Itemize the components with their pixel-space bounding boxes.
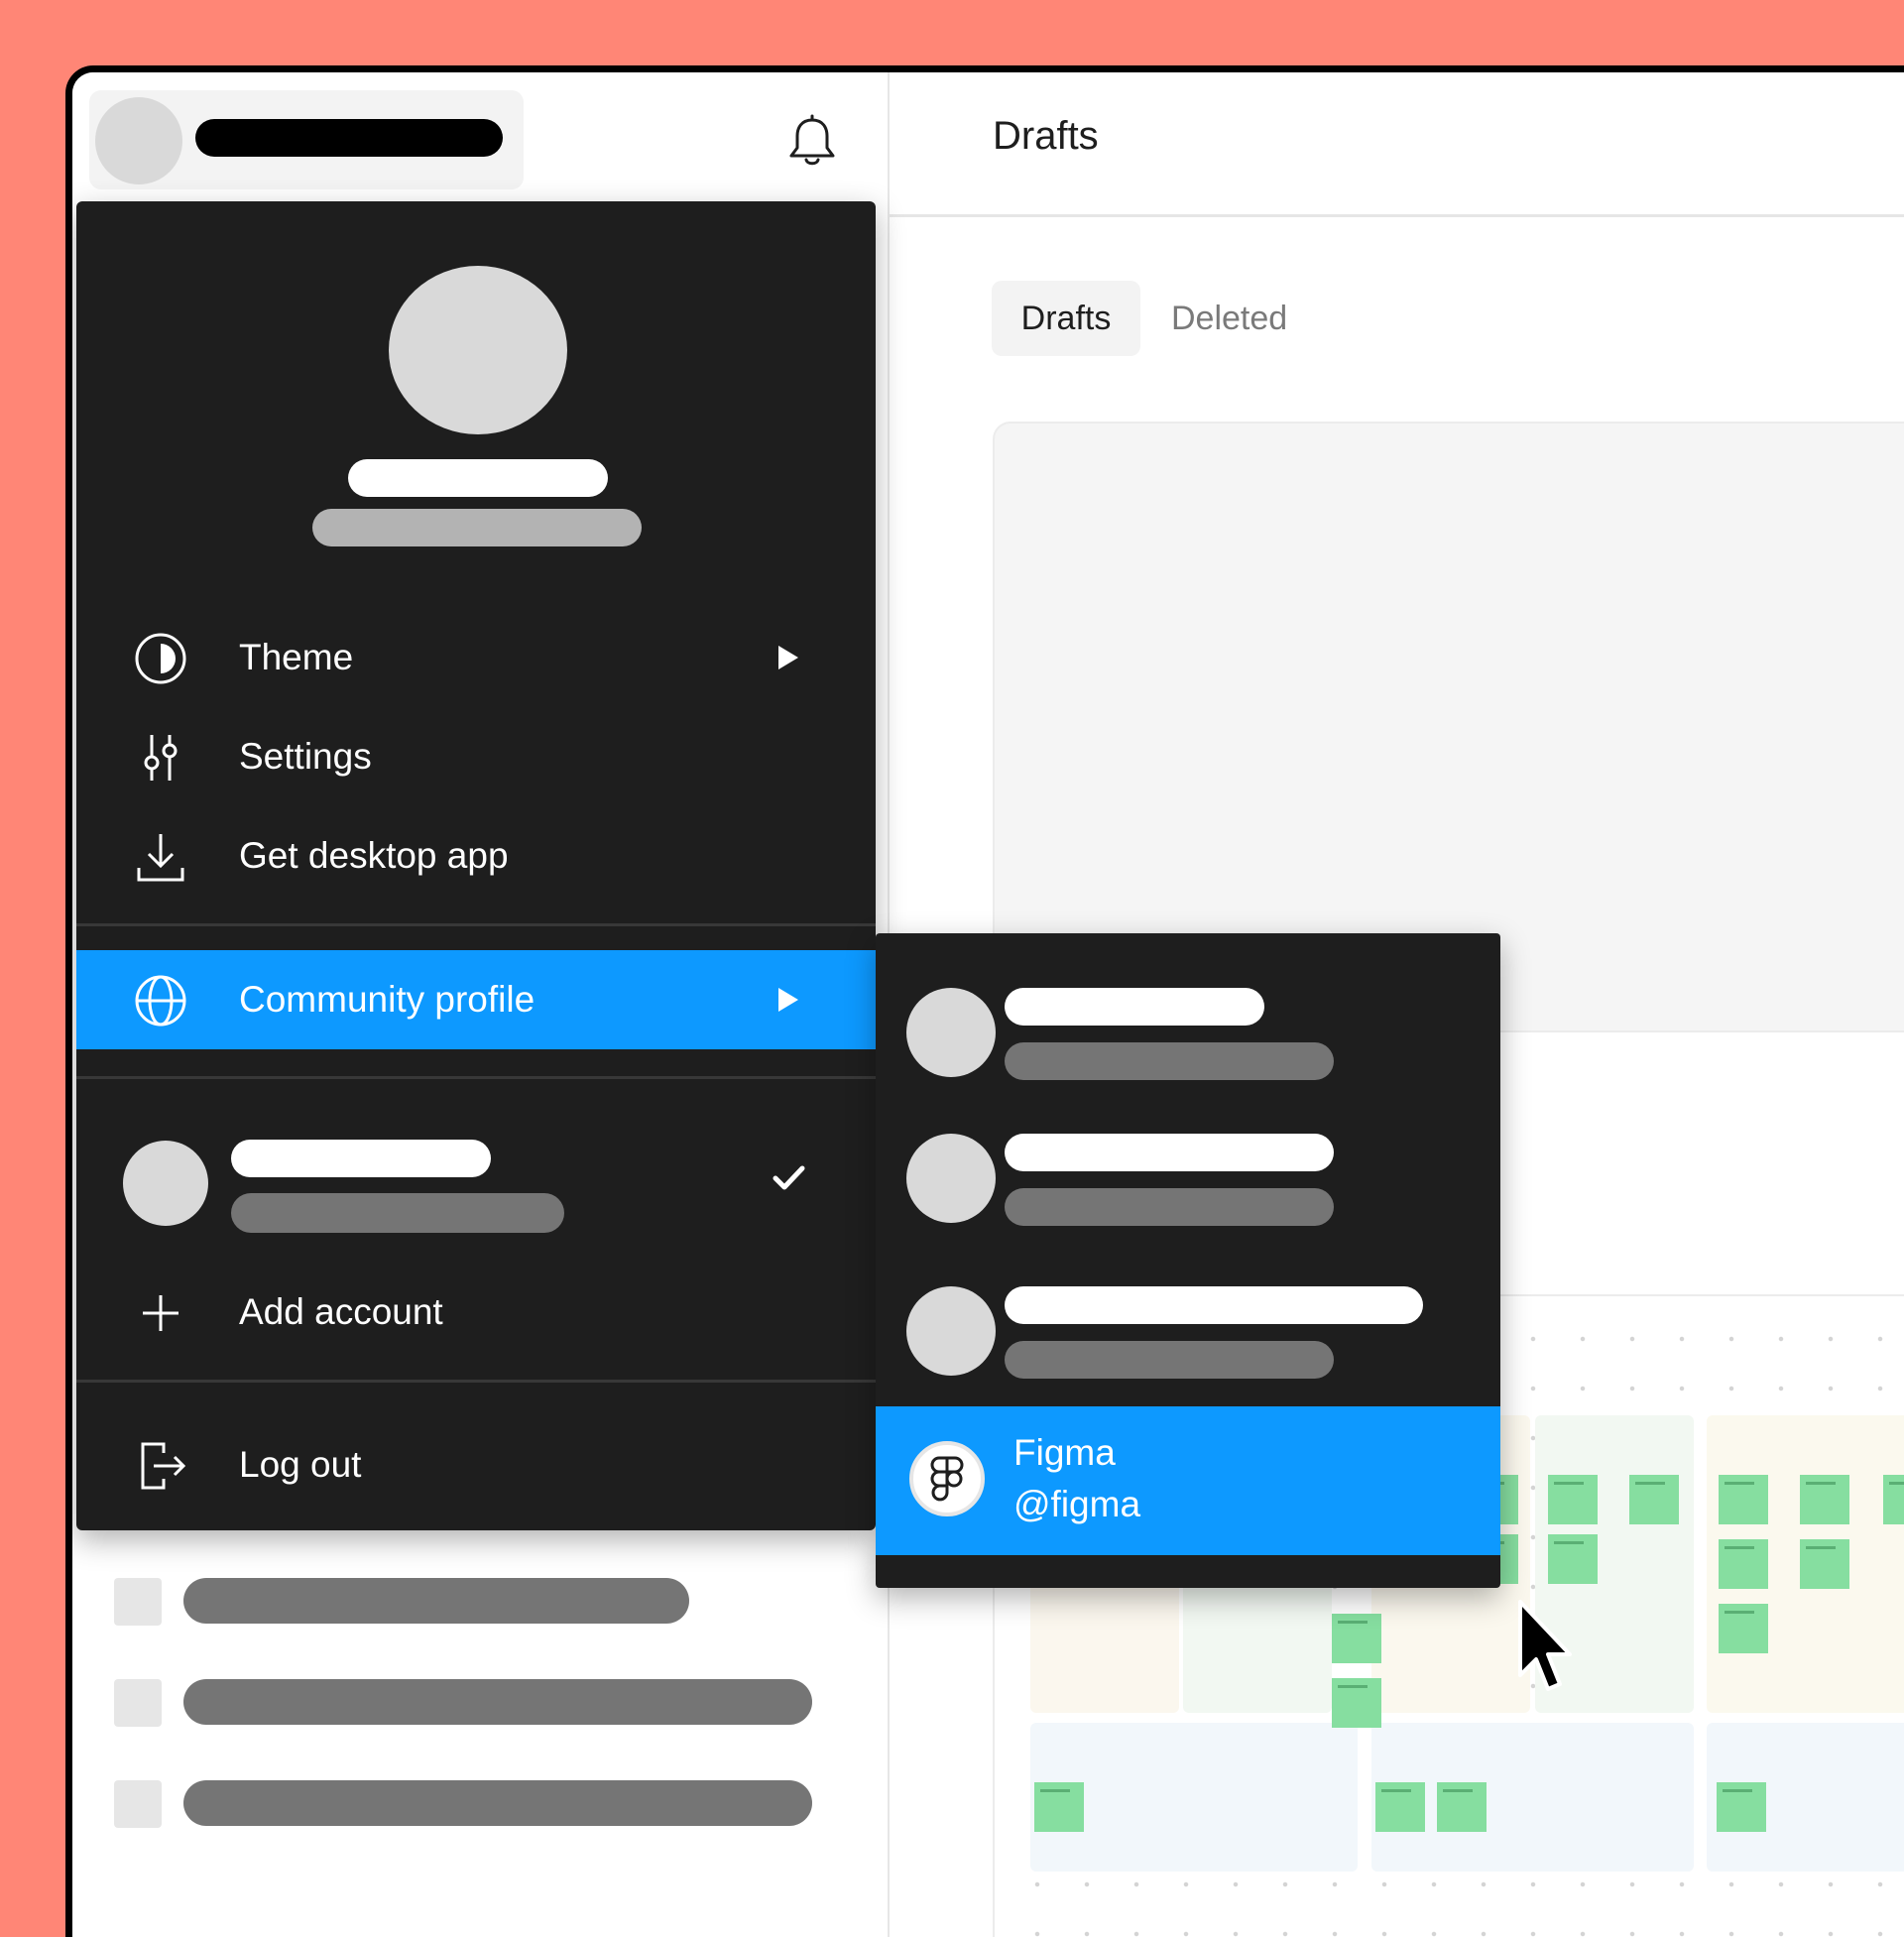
profile-name-placeholder xyxy=(1005,1134,1334,1171)
sticky-note xyxy=(1629,1475,1679,1524)
sticky-note xyxy=(1437,1782,1487,1832)
menu-divider xyxy=(76,1076,876,1079)
profile-email-placeholder xyxy=(312,509,642,546)
plus-icon xyxy=(143,1295,178,1331)
tab-drafts[interactable]: Drafts xyxy=(992,281,1140,356)
menu-item-log-out[interactable]: Log out xyxy=(76,1415,876,1514)
profile-handle-placeholder xyxy=(1005,1042,1334,1080)
menu-item-label: Log out xyxy=(239,1444,362,1485)
sidebar-item[interactable] xyxy=(114,1578,788,1626)
sliders-icon xyxy=(144,735,178,781)
checkmark-icon xyxy=(773,1165,805,1190)
sticky-note xyxy=(1548,1534,1598,1584)
profile-name-placeholder xyxy=(1005,1286,1423,1324)
download-icon xyxy=(137,834,184,882)
tab-deleted[interactable]: Deleted xyxy=(1171,281,1287,356)
sticky-note xyxy=(1719,1604,1768,1653)
menu-item-label: Get desktop app xyxy=(239,835,509,876)
sticky-note xyxy=(1800,1539,1849,1589)
sidebar-item-icon xyxy=(114,1578,162,1626)
sidebar-item[interactable] xyxy=(114,1780,812,1828)
menu-divider xyxy=(76,1380,876,1383)
account-name-placeholder xyxy=(195,119,503,157)
sidebar-item-label-placeholder xyxy=(183,1780,812,1826)
menu-item-label: Theme xyxy=(239,637,354,677)
menu-divider xyxy=(76,923,876,926)
account-menu: Theme Settings Get desktop app Community… xyxy=(76,201,876,1530)
sticky-note xyxy=(1548,1475,1598,1524)
menu-item-label: Settings xyxy=(239,736,372,777)
sidebar-item-icon xyxy=(114,1679,162,1727)
sidebar-item-icon xyxy=(114,1780,162,1828)
profile-handle-placeholder xyxy=(1005,1341,1334,1379)
sticky-note xyxy=(1800,1475,1849,1524)
sticky-note xyxy=(1034,1782,1084,1832)
profile-name-placeholder xyxy=(1005,988,1264,1026)
profile-avatar xyxy=(389,266,567,434)
account-switcher[interactable] xyxy=(89,90,524,189)
sticky-note xyxy=(1719,1475,1768,1524)
menu-item-get-desktop-app[interactable]: Get desktop app xyxy=(76,806,876,906)
mouse-pointer-icon xyxy=(1518,1600,1572,1691)
sidebar-item-label-placeholder xyxy=(183,1679,812,1725)
sidebar-item[interactable] xyxy=(114,1679,812,1727)
page-title: Drafts xyxy=(993,114,1099,158)
community-profile-submenu: Figma @figma xyxy=(876,933,1500,1588)
sticky-note xyxy=(1717,1782,1766,1832)
profile-avatar[interactable] xyxy=(906,988,996,1077)
header-divider xyxy=(890,214,1904,217)
menu-item-label: Add account xyxy=(239,1291,443,1332)
sticky-note xyxy=(1375,1782,1425,1832)
sticky-note xyxy=(1719,1539,1768,1589)
submenu-item-figma-profile[interactable]: Figma @figma xyxy=(876,1406,1500,1555)
account-avatar[interactable] xyxy=(123,1141,208,1226)
app-window: Drafts Drafts Deleted Theme Settings Get… xyxy=(65,65,1904,1937)
chevron-right-icon xyxy=(778,646,798,669)
logout-icon xyxy=(141,1442,186,1490)
menu-item-add-account[interactable]: Add account xyxy=(76,1263,876,1362)
sticky-note xyxy=(1332,1678,1381,1728)
profile-name-placeholder xyxy=(348,459,608,497)
menu-item-community-profile[interactable]: Community profile xyxy=(76,950,876,1049)
sticky-note xyxy=(1883,1475,1904,1524)
sticky-note xyxy=(1332,1614,1381,1663)
menu-item-label: Community profile xyxy=(239,979,536,1020)
profile-handle: @figma xyxy=(1013,1484,1141,1524)
chevron-right-icon xyxy=(778,988,798,1012)
globe-icon xyxy=(135,975,186,1027)
theme-icon xyxy=(135,633,186,684)
profile-avatar[interactable] xyxy=(906,1134,996,1223)
profile-handle-placeholder xyxy=(1005,1188,1334,1226)
sidebar-item-label-placeholder xyxy=(183,1578,689,1624)
account-name-placeholder xyxy=(231,1140,491,1177)
menu-item-theme[interactable]: Theme xyxy=(76,608,876,707)
figma-logo-icon xyxy=(909,1441,985,1516)
account-email-placeholder xyxy=(231,1193,564,1233)
menu-item-settings[interactable]: Settings xyxy=(76,707,876,806)
avatar xyxy=(95,97,182,184)
profile-avatar[interactable] xyxy=(906,1286,996,1376)
bell-icon[interactable] xyxy=(786,114,838,170)
profile-name: Figma xyxy=(1013,1432,1116,1473)
